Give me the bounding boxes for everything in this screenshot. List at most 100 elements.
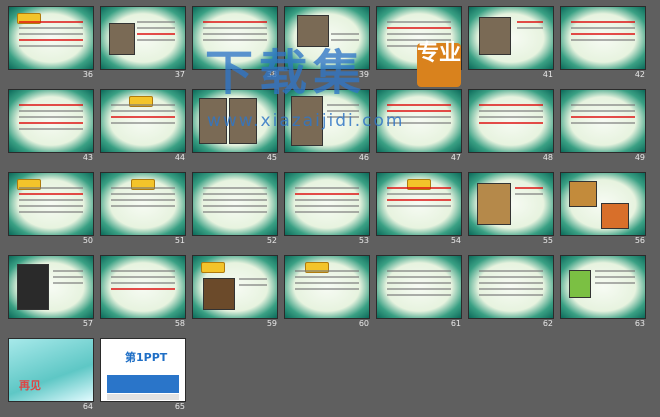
slide-number: 49	[634, 153, 645, 162]
slide-thumbnail[interactable]: 39	[281, 3, 375, 85]
slide-preview	[560, 172, 646, 236]
slide-thumbnail[interactable]: 56	[557, 169, 651, 251]
slide-preview	[192, 172, 278, 236]
slide-number: 58	[174, 319, 185, 328]
slide-thumbnail[interactable]: 46	[281, 86, 375, 168]
slide-number: 46	[358, 153, 369, 162]
slide-number: 52	[266, 236, 277, 245]
slide-preview	[376, 255, 462, 319]
slide-thumbnail[interactable]: 36	[5, 3, 99, 85]
slide-thumbnail[interactable]: 43	[5, 86, 99, 168]
slide-number: 50	[82, 236, 93, 245]
slide-number: 62	[542, 319, 553, 328]
slide-preview	[560, 6, 646, 70]
slide-thumbnail[interactable]: 47	[373, 86, 467, 168]
slide-preview	[468, 255, 554, 319]
slide-photo	[479, 17, 511, 55]
slide-number: 57	[82, 319, 93, 328]
slide-thumbnail[interactable]: 50	[5, 169, 99, 251]
slide-thumbnail[interactable]: 第1PPT 65	[97, 335, 191, 417]
slide-thumbnail[interactable]: 45	[189, 86, 283, 168]
slide-sorter-grid: 36 37 38 39 40 41 42 43 44 45 46 47 48 4…	[0, 0, 660, 414]
slide-thumbnail[interactable]: 63	[557, 252, 651, 334]
slide-preview	[284, 89, 370, 153]
slide-preview	[284, 6, 370, 70]
info-bar-secondary	[107, 394, 179, 400]
slide-thumbnail[interactable]: 48	[465, 86, 559, 168]
slide-number: 39	[358, 70, 369, 79]
slide-photo	[229, 98, 257, 144]
slide-thumbnail[interactable]: 再见 64	[5, 335, 99, 417]
slide-preview	[468, 89, 554, 153]
slide-thumbnail[interactable]: 55	[465, 169, 559, 251]
slide-number: 55	[542, 236, 553, 245]
slide-number: 63	[634, 319, 645, 328]
slide-thumbnail[interactable]: 52	[189, 169, 283, 251]
slide-preview	[468, 6, 554, 70]
slide-photo	[297, 15, 329, 47]
slide-preview	[284, 172, 370, 236]
slide-thumbnail[interactable]: 54	[373, 169, 467, 251]
slide-number: 37	[174, 70, 185, 79]
slide-number: 64	[82, 402, 93, 411]
slide-photo	[569, 270, 591, 298]
slide-number: 47	[450, 153, 461, 162]
slide-preview	[560, 89, 646, 153]
slide-thumbnail[interactable]: 40	[373, 3, 467, 85]
title-tag	[201, 262, 225, 273]
slide-photo	[203, 278, 235, 310]
slide-photo	[199, 98, 227, 144]
slide-number: 43	[82, 153, 93, 162]
slide-thumbnail[interactable]: 57	[5, 252, 99, 334]
slide-number: 61	[450, 319, 461, 328]
slide-thumbnail[interactable]: 58	[97, 252, 191, 334]
slide-thumbnail[interactable]: 38	[189, 3, 283, 85]
slide-number: 60	[358, 319, 369, 328]
slide-photo	[569, 181, 597, 207]
slide-thumbnail[interactable]: 44	[97, 86, 191, 168]
slide-preview	[192, 255, 278, 319]
slide-thumbnail[interactable]: 59	[189, 252, 283, 334]
slide-thumbnail[interactable]: 53	[281, 169, 375, 251]
slide-number: 51	[174, 236, 185, 245]
slide-preview	[8, 89, 94, 153]
slide-thumbnail[interactable]: 62	[465, 252, 559, 334]
slide-thumbnail[interactable]: 41	[465, 3, 559, 85]
slide-photo	[109, 23, 135, 55]
slide-preview	[100, 6, 186, 70]
slide-preview	[376, 172, 462, 236]
slide-preview	[8, 172, 94, 236]
slide-photo	[17, 264, 49, 310]
slide-preview	[192, 89, 278, 153]
slide-preview	[100, 255, 186, 319]
slide-thumbnail[interactable]: 60	[281, 252, 375, 334]
slide-thumbnail[interactable]: 61	[373, 252, 467, 334]
slide-number: 41	[542, 70, 553, 79]
slide-number: 40	[450, 70, 461, 79]
slide-number: 65	[174, 402, 185, 411]
slide-number: 36	[82, 70, 93, 79]
info-bar	[107, 375, 179, 393]
slide-preview	[100, 89, 186, 153]
slide-preview	[560, 255, 646, 319]
slide-preview	[376, 6, 462, 70]
slide-thumbnail[interactable]: 51	[97, 169, 191, 251]
slide-preview	[100, 172, 186, 236]
slide-number: 38	[266, 70, 277, 79]
slide-thumbnail[interactable]: 49	[557, 86, 651, 168]
slide-preview: 再见	[8, 338, 94, 402]
goodbye-title: 再见	[19, 379, 41, 392]
slide-preview: 第1PPT	[100, 338, 186, 402]
slide-thumbnail[interactable]: 37	[97, 3, 191, 85]
slide-thumbnail[interactable]: 42	[557, 3, 651, 85]
ppt-logo: 第1PPT	[125, 351, 168, 364]
slide-preview	[192, 6, 278, 70]
slide-preview	[376, 89, 462, 153]
slide-preview	[8, 6, 94, 70]
slide-number: 54	[450, 236, 461, 245]
slide-preview	[468, 172, 554, 236]
slide-number: 44	[174, 153, 185, 162]
slide-number: 45	[266, 153, 277, 162]
slide-number: 53	[358, 236, 369, 245]
slide-preview	[8, 255, 94, 319]
